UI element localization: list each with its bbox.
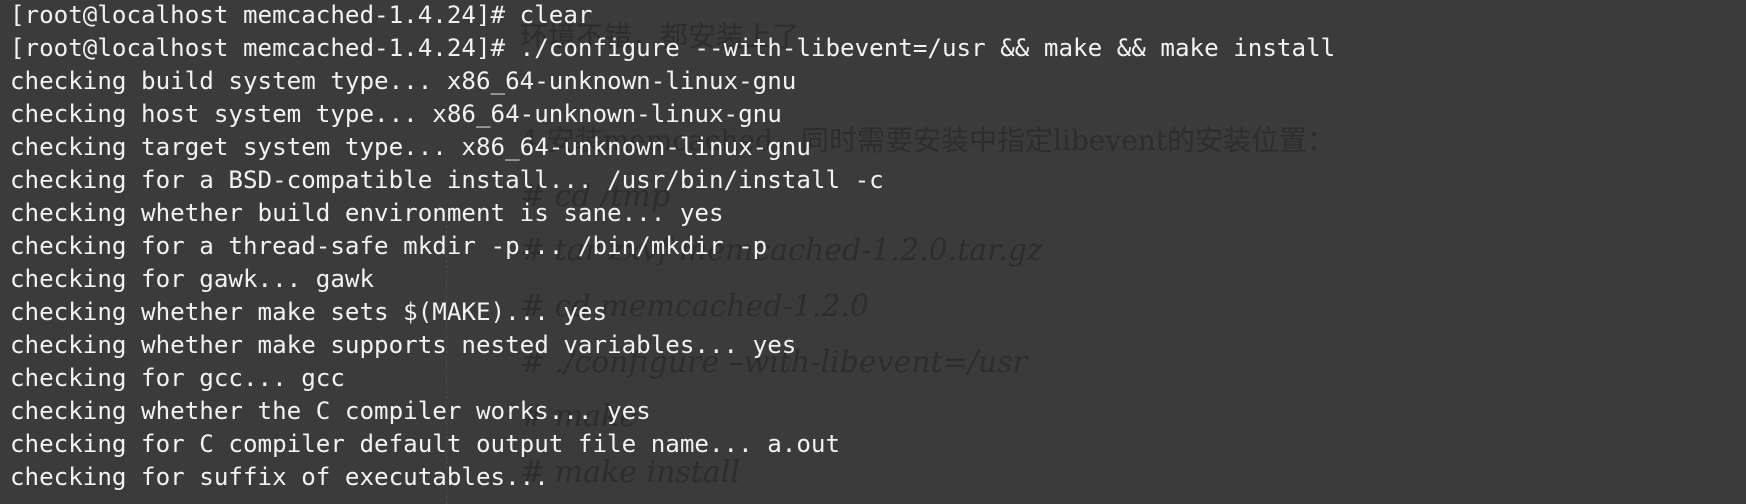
terminal-line: checking whether the C compiler works...…	[10, 397, 651, 425]
terminal-line: checking for a thread-safe mkdir -p... /…	[10, 232, 768, 260]
terminal-line: checking whether make sets $(MAKE)... ye…	[10, 298, 608, 326]
terminal-line: checking target system type... x86_64-un…	[10, 133, 811, 161]
terminal-line: checking whether build environment is sa…	[10, 199, 724, 227]
terminal-line: checking for C compiler default output f…	[10, 430, 841, 458]
terminal-line: checking host system type... x86_64-unkn…	[10, 100, 782, 128]
screen: 环境不错，都安装上了 4.安装memcached，同时需要安装中指定libeve…	[0, 0, 1746, 504]
terminal-line: checking whether make supports nested va…	[10, 331, 797, 359]
terminal-output[interactable]: [root@localhost memcached-1.4.24]# clear…	[0, 0, 1746, 504]
terminal-line: [root@localhost memcached-1.4.24]# ./con…	[10, 34, 1336, 62]
terminal-line: [root@localhost memcached-1.4.24]# clear	[10, 1, 593, 29]
terminal-line: checking for gawk... gawk	[10, 265, 375, 293]
terminal-line: checking for suffix of executables...	[10, 463, 549, 491]
terminal-line: checking for gcc... gcc	[10, 364, 345, 392]
terminal-line: checking build system type... x86_64-unk…	[10, 67, 797, 95]
terminal-line: checking for a BSD-compatible install...…	[10, 166, 884, 194]
